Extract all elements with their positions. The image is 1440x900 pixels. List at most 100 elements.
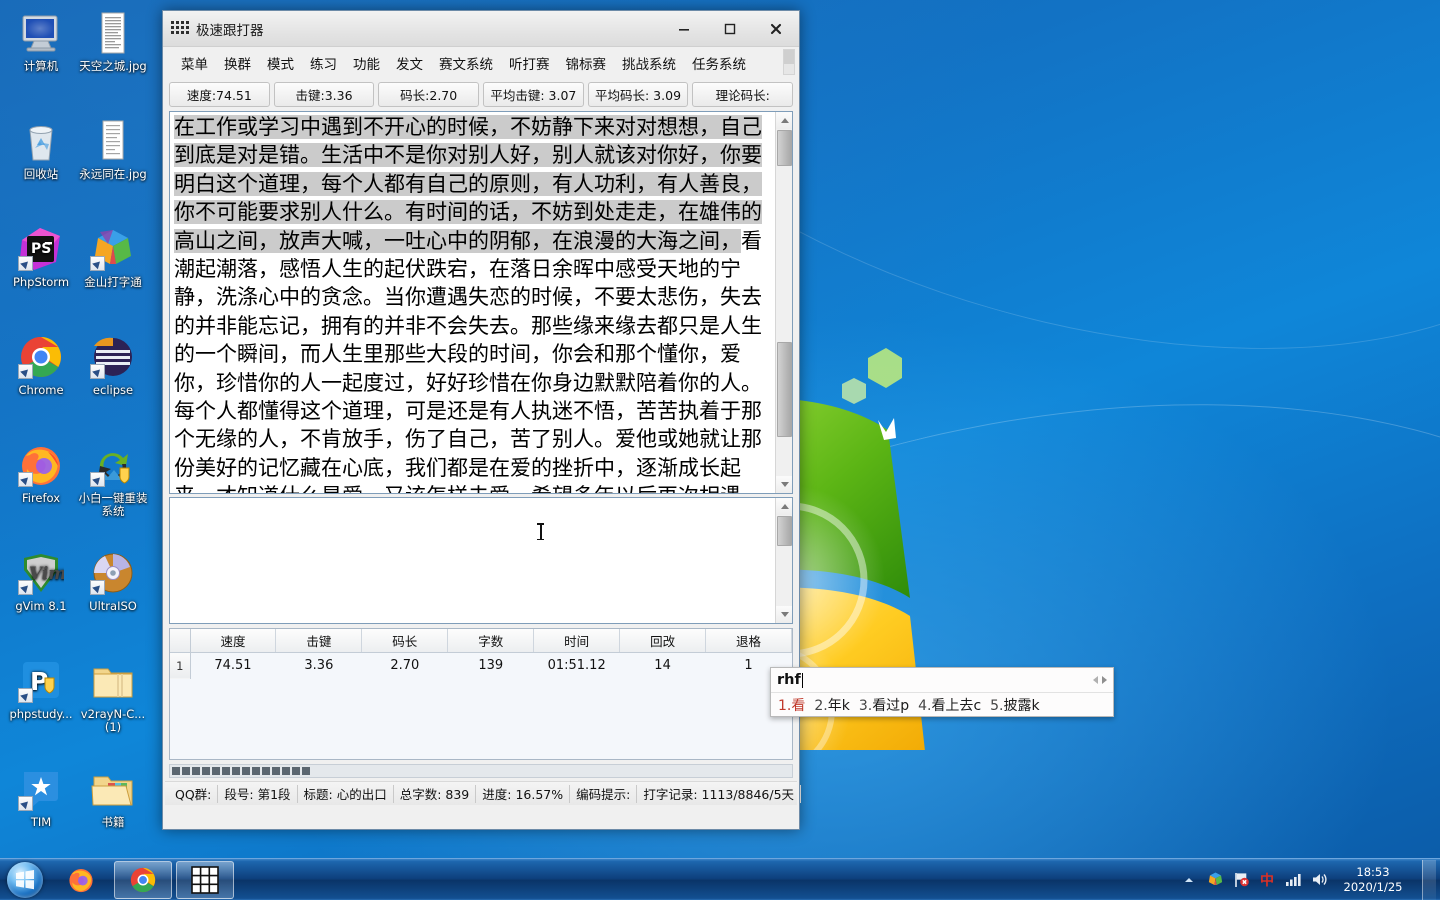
menu-item-sai-wen[interactable]: 赛文系统 — [431, 50, 501, 76]
scroll-up-icon[interactable] — [776, 112, 792, 129]
desktop-icon-label: phpstudy... — [9, 707, 73, 721]
network-icon[interactable] — [1284, 871, 1302, 889]
menu-item-huan-qun[interactable]: 换群 — [216, 50, 259, 76]
cell-codelength: 2.70 — [390, 658, 420, 674]
desktop-icon-xiaobai-reinstall[interactable]: 小白一键重装系统 — [76, 442, 150, 518]
desktop-icon-books-folder[interactable]: 书籍 — [76, 766, 150, 829]
next-page-icon[interactable] — [1102, 676, 1107, 684]
desktop-icon-phpstudy[interactable]: P phpstudy... — [4, 658, 78, 721]
kingsoft-tray-icon[interactable] — [1206, 871, 1224, 889]
stat-avg-code-len[interactable]: 平均码长: 3.09 — [587, 81, 689, 107]
menubar-scrollbar[interactable] — [783, 49, 795, 75]
ime-candidate-5[interactable]: 5.披露k — [990, 695, 1039, 715]
recycle-bin-icon — [18, 118, 64, 164]
menu-item-fa-wen[interactable]: 发文 — [388, 50, 431, 76]
desktop-icon-v2rayn-folder[interactable]: v2rayN-C...(1) — [76, 658, 150, 734]
tray-clock[interactable]: 18:53 2020/1/25 — [1336, 865, 1410, 895]
desktop-icon-computer[interactable]: 计算机 — [4, 10, 78, 73]
stat-avg-keystrokes[interactable]: 平均击键: 3.07 — [483, 81, 584, 107]
desktop-icon-ultraiso[interactable]: UltraISO — [76, 550, 150, 613]
scrollbar-thumb-top[interactable] — [777, 130, 792, 166]
menu-item-cai-dan[interactable]: 菜单 — [173, 50, 216, 76]
system-tray[interactable]: 中 18:53 2020/1/25 — [1180, 859, 1440, 900]
chevron-up-icon[interactable] — [1180, 871, 1198, 889]
folder-icon — [90, 658, 136, 704]
scrollbar-thumb[interactable] — [777, 342, 792, 437]
volume-icon[interactable] — [1310, 871, 1328, 889]
desktop-icon-phpstorm[interactable]: PS PhpStorm — [4, 226, 78, 289]
column-header-wordcount[interactable]: 字数 — [447, 629, 535, 653]
eclipse-icon — [90, 334, 136, 380]
stat-theory-code[interactable]: 理论码长: — [692, 81, 794, 107]
ime-candidate-window[interactable]: rhf 1.看 2.年k 3.看过p 4.看上去c 5.披露k — [770, 667, 1114, 717]
results-table-container[interactable]: 速度 击键 码长 字数 时间 回改 退格 1 74.51 3.36 2.70 1… — [169, 628, 793, 760]
desktop-icon-firefox[interactable]: Firefox — [4, 442, 78, 505]
application-window[interactable]: 极速跟打器 菜单 换群 模式 练习 功能 发文 赛文系统 听打赛 锦标赛 挑战系… — [162, 10, 802, 830]
taskbar-item-jisu-gendaqi[interactable] — [176, 860, 234, 899]
shortcut-overlay-icon — [90, 580, 105, 595]
column-header-speed[interactable]: 速度 — [190, 629, 277, 653]
prev-page-icon[interactable] — [1093, 676, 1098, 684]
reference-remaining-text: 看潮起潮落，感悟人生的起伏跌宕，在落日余晖中感受天地的宁静，洗涤心中的贪念。当你… — [174, 228, 762, 493]
menu-item-ting-da-sai[interactable]: 听打赛 — [501, 50, 558, 76]
taskbar-item-chrome[interactable] — [114, 860, 172, 899]
menu-item-tiao-zhan[interactable]: 挑战系统 — [614, 50, 684, 76]
window-titlebar[interactable]: 极速跟打器 — [163, 11, 799, 47]
typing-input-content[interactable]: 在工作或学习中遇到不开心的时候，不妨静下来对对想想，自己到底是对是错。生活中不是… — [170, 498, 775, 623]
ime-candidate-4[interactable]: 4.看上去c — [918, 695, 981, 715]
table-row[interactable]: 1 74.51 3.36 2.70 139 01:51.12 14 1 — [170, 652, 792, 679]
menu-item-lian-xi[interactable]: 练习 — [302, 50, 345, 76]
cell-speed: 74.51 — [214, 658, 252, 674]
desktop-icon-forever-jpg[interactable]: 永远同在.jpg — [76, 118, 150, 181]
stat-code-length[interactable]: 码长:2.70 — [378, 81, 480, 107]
show-desktop-button[interactable] — [1422, 859, 1436, 900]
shortcut-overlay-icon — [90, 472, 105, 487]
stats-toolbar: 速度:74.51 击键:3.36 码长:2.70 平均击键: 3.07 平均码长… — [163, 79, 799, 109]
desktop-icon-recycle-bin[interactable]: 回收站 — [4, 118, 78, 181]
start-button[interactable] — [2, 861, 48, 899]
progress-indicator — [169, 764, 793, 778]
taskbar[interactable]: 中 18:53 2020/1/25 — [0, 858, 1440, 900]
desktop-icon-sky-city-jpg[interactable]: 天空之城.jpg — [76, 10, 150, 73]
column-header-time[interactable]: 时间 — [533, 629, 621, 653]
scroll-down-icon[interactable] — [776, 606, 792, 623]
menu-item-jin-biao-sai[interactable]: 锦标赛 — [558, 50, 615, 76]
stat-speed[interactable]: 速度:74.51 — [169, 81, 270, 107]
ime-candidate-2[interactable]: 2.年k — [814, 695, 849, 715]
desktop-icon-chrome[interactable]: Chrome — [4, 334, 78, 397]
scrollbar-thumb[interactable] — [777, 516, 792, 546]
ime-candidate-3[interactable]: 3.看过p — [859, 695, 909, 715]
desktop[interactable]: 计算机 天空之城.jpg 回收站 永远同在.jpg PS PhpStorm 金山… — [0, 0, 1440, 900]
ime-page-nav[interactable] — [1093, 676, 1107, 684]
action-center-icon[interactable] — [1232, 871, 1250, 889]
desktop-icon-gvim[interactable]: Vim gVim 8.1 — [4, 550, 78, 613]
menubar[interactable]: 菜单 换群 模式 练习 功能 发文 赛文系统 听打赛 锦标赛 挑战系统 任务系统 — [163, 47, 799, 79]
column-header-index[interactable] — [170, 629, 191, 653]
scroll-up-icon[interactable] — [776, 498, 792, 515]
reference-pane-scrollbar[interactable] — [775, 112, 792, 493]
status-qq-group[interactable]: QQ群: — [169, 784, 219, 803]
maximize-button[interactable] — [707, 12, 753, 46]
column-header-corrections[interactable]: 回改 — [619, 629, 707, 653]
menu-item-ren-wu[interactable]: 任务系统 — [684, 50, 754, 76]
menu-item-mo-shi[interactable]: 模式 — [259, 50, 302, 76]
scroll-down-icon[interactable] — [776, 476, 792, 493]
folder-open-icon — [90, 766, 136, 812]
close-button[interactable] — [753, 12, 799, 46]
ime-candidate-1[interactable]: 1.看 — [778, 695, 805, 715]
ime-candidate-list[interactable]: 1.看 2.年k 3.看过p 4.看上去c 5.披露k — [771, 693, 1113, 716]
column-header-backspace[interactable]: 退格 — [705, 629, 792, 653]
menu-item-gong-neng[interactable]: 功能 — [345, 50, 388, 76]
ime-chinese-icon[interactable]: 中 — [1258, 871, 1276, 889]
column-header-keystrokes[interactable]: 击键 — [275, 629, 363, 653]
minimize-button[interactable] — [661, 12, 707, 46]
reference-text-pane[interactable]: 在工作或学习中遇到不开心的时候，不妨静下来对对想想，自己到底是对是错。生活中不是… — [169, 111, 793, 494]
stat-keystrokes[interactable]: 击键:3.36 — [273, 81, 375, 107]
input-pane-scrollbar[interactable] — [775, 498, 792, 623]
desktop-icon-eclipse[interactable]: eclipse — [76, 334, 150, 397]
taskbar-item-firefox[interactable] — [52, 861, 110, 899]
typing-input-pane[interactable]: 在工作或学习中遇到不开心的时候，不妨静下来对对想想，自己到底是对是错。生活中不是… — [169, 497, 793, 624]
column-header-codelength[interactable]: 码长 — [361, 629, 449, 653]
desktop-icon-tim[interactable]: TIM — [4, 766, 78, 829]
desktop-icon-kingsoft-typing[interactable]: 金山打字通 — [76, 226, 150, 289]
